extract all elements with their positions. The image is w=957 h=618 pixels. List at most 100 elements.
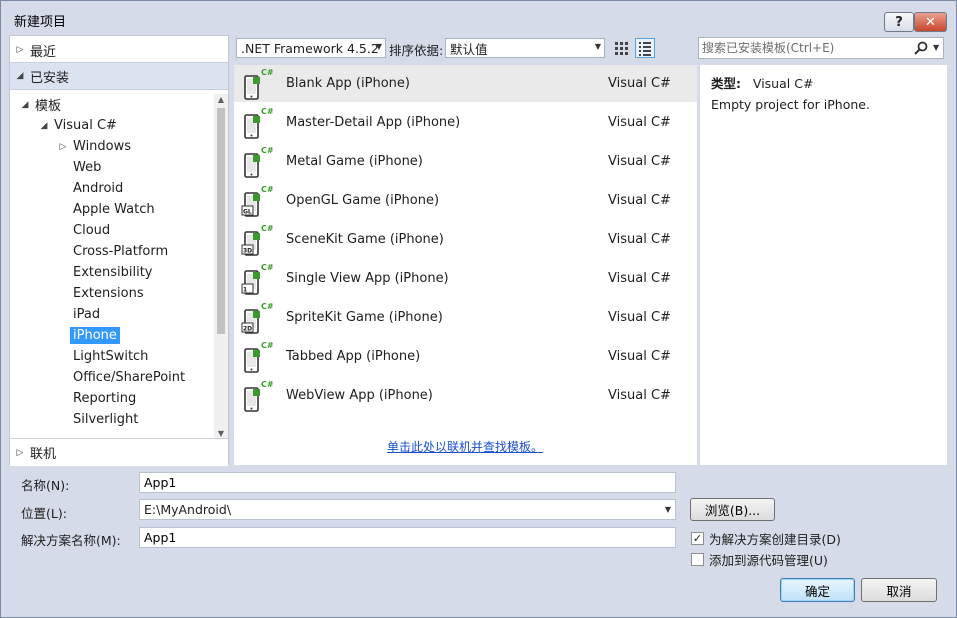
template-row[interactable]: C# Tabbed App (iPhone) Visual C# (234, 338, 697, 375)
tree-item[interactable]: Web (56, 157, 104, 178)
expanded-arrow-icon[interactable]: ◢ (37, 121, 51, 131)
sort-label: 排序依据: (389, 43, 444, 58)
scroll-up-icon[interactable]: ▲ (214, 94, 228, 106)
csharp-badge: C# (261, 263, 273, 272)
tree-item[interactable]: Cross-Platform (56, 241, 171, 262)
template-row[interactable]: C# Metal Game (iPhone) Visual C# (234, 143, 697, 180)
expanded-arrow-icon[interactable]: ◢ (18, 100, 32, 110)
create-directory-label: 为解决方案创建目录(D) (709, 532, 841, 547)
framework-value: .NET Framework 4.5.2 (241, 40, 379, 56)
template-language: Visual C# (608, 193, 671, 208)
tree-item[interactable]: Android (56, 178, 126, 199)
template-language: Visual C# (608, 271, 671, 286)
create-directory-checkbox[interactable]: ✓ (691, 532, 704, 545)
template-search[interactable]: ▼ (698, 37, 944, 59)
tree-scrollbar[interactable]: ▲ ▼ (214, 94, 228, 440)
solution-name-input[interactable] (139, 527, 676, 548)
location-select[interactable]: E:\MyAndroid\ ▼ (139, 499, 676, 520)
iphone-template-icon: C# (244, 341, 273, 373)
template-badge: GL (243, 209, 252, 216)
tree-item-label: Web (73, 160, 102, 175)
scroll-thumb[interactable] (217, 108, 225, 334)
csharp-badge: C# (261, 380, 273, 389)
dropdown-arrow-icon: ▼ (375, 42, 382, 51)
section-recent[interactable]: ▷ 最近 (10, 36, 228, 64)
collapsed-arrow-icon: ▷ (16, 45, 24, 55)
tree-item-label: Silverlight (73, 412, 139, 427)
tree-item[interactable]: Extensions (56, 283, 147, 304)
iphone-template-icon: C# 3D (241, 224, 273, 256)
name-input[interactable] (139, 472, 676, 493)
dropdown-arrow-icon[interactable]: ▼ (933, 43, 939, 52)
collapsed-arrow-icon: ▷ (16, 447, 24, 458)
tree-item[interactable]: ▷ Windows (56, 136, 134, 157)
tree-item[interactable]: Cloud (56, 220, 113, 241)
sort-select[interactable]: 默认值 ▼ (445, 38, 605, 58)
tree-item[interactable]: Office/SharePoint (56, 367, 188, 388)
collapsed-arrow-icon[interactable]: ▷ (56, 142, 70, 152)
tree-item[interactable]: Apple Watch (56, 199, 158, 220)
category-tree: ◢ 模板 ◢ Visual C# ▷ Windows Web Android Apple Wat… (10, 94, 214, 440)
description-text: Empty project for iPhone. (711, 97, 870, 112)
location-label: 位置(L): (21, 506, 67, 521)
iphone-template-icon: C# (244, 68, 273, 100)
template-row[interactable]: C# Blank App (iPhone) Visual C# (234, 65, 697, 102)
create-directory-option[interactable]: ✓ 为解决方案创建目录(D) (691, 529, 841, 548)
small-icons-view-button[interactable] (611, 38, 631, 58)
template-badge: 3D (243, 248, 252, 255)
template-row[interactable]: C# 1 Single View App (iPhone) Visual C# (234, 260, 697, 297)
list-view-icon (639, 42, 651, 56)
template-language: Visual C# (608, 154, 671, 169)
browse-button[interactable]: 浏览(B)... (690, 498, 775, 521)
dropdown-arrow-icon: ▼ (594, 42, 601, 51)
template-name: WebView App (iPhone) (286, 388, 433, 403)
help-button[interactable]: ? (884, 12, 914, 32)
find-online-templates-link[interactable]: 单击此处以联机并查找模板。 (387, 438, 543, 455)
tree-item[interactable]: iPad (56, 304, 103, 325)
template-row[interactable]: C# GL OpenGL Game (iPhone) Visual C# (234, 182, 697, 219)
tree-item-label: iPhone (70, 327, 120, 344)
ok-button[interactable]: 确定 (780, 578, 855, 602)
csharp-badge: C# (261, 185, 273, 194)
tree-item[interactable]: ◢ 模板 (18, 94, 64, 115)
source-control-checkbox[interactable] (691, 553, 704, 566)
template-language: Visual C# (608, 310, 671, 325)
tree-item[interactable]: Reporting (56, 388, 139, 409)
tree-item-label: Cross-Platform (73, 244, 169, 259)
tree-item-label: 模板 (35, 99, 62, 114)
tree-item[interactable]: LightSwitch (56, 346, 151, 367)
framework-select[interactable]: .NET Framework 4.5.2 ▼ (236, 38, 386, 58)
section-installed[interactable]: ◢ 已安装 (10, 62, 228, 90)
tree-item-label: Extensibility (73, 265, 153, 280)
template-row[interactable]: C# WebView App (iPhone) Visual C# (234, 377, 697, 414)
details-view-button[interactable] (635, 38, 655, 58)
tree-item[interactable]: ◢ Visual C# (37, 115, 120, 136)
tree-item-label: Windows (73, 139, 132, 154)
source-control-option[interactable]: 添加到源代码管理(U) (691, 550, 828, 569)
tree-item[interactable]: Silverlight (56, 409, 141, 430)
template-row[interactable]: C# Master-Detail App (iPhone) Visual C# (234, 104, 697, 141)
section-online[interactable]: ▷ 联机 (10, 438, 228, 466)
csharp-badge: C# (261, 224, 273, 233)
iphone-template-icon: C# 1 (241, 263, 273, 295)
search-icon[interactable] (913, 40, 929, 56)
close-button[interactable]: ✕ (914, 12, 947, 32)
search-input[interactable] (702, 40, 902, 56)
template-name: Tabbed App (iPhone) (286, 349, 421, 364)
csharp-badge: C# (261, 107, 273, 116)
template-language: Visual C# (608, 115, 671, 130)
window-title: 新建项目 (14, 15, 67, 30)
template-name: Single View App (iPhone) (286, 271, 449, 286)
description-panel: 类型: Visual C# Empty project for iPhone. (700, 65, 947, 465)
tree-item[interactable]: iPhone (56, 325, 120, 346)
template-row[interactable]: C# 3D SceneKit Game (iPhone) Visual C# (234, 221, 697, 258)
template-badge: 2D (243, 326, 252, 333)
template-language: Visual C# (608, 349, 671, 364)
template-name: SpriteKit Game (iPhone) (286, 310, 443, 325)
cancel-button[interactable]: 取消 (861, 578, 937, 602)
template-name: Master-Detail App (iPhone) (286, 115, 461, 130)
type-value: Visual C# (752, 76, 814, 91)
tree-item[interactable]: Extensibility (56, 262, 156, 283)
template-row[interactable]: C# 2D SpriteKit Game (iPhone) Visual C# (234, 299, 697, 336)
template-language: Visual C# (608, 76, 671, 91)
